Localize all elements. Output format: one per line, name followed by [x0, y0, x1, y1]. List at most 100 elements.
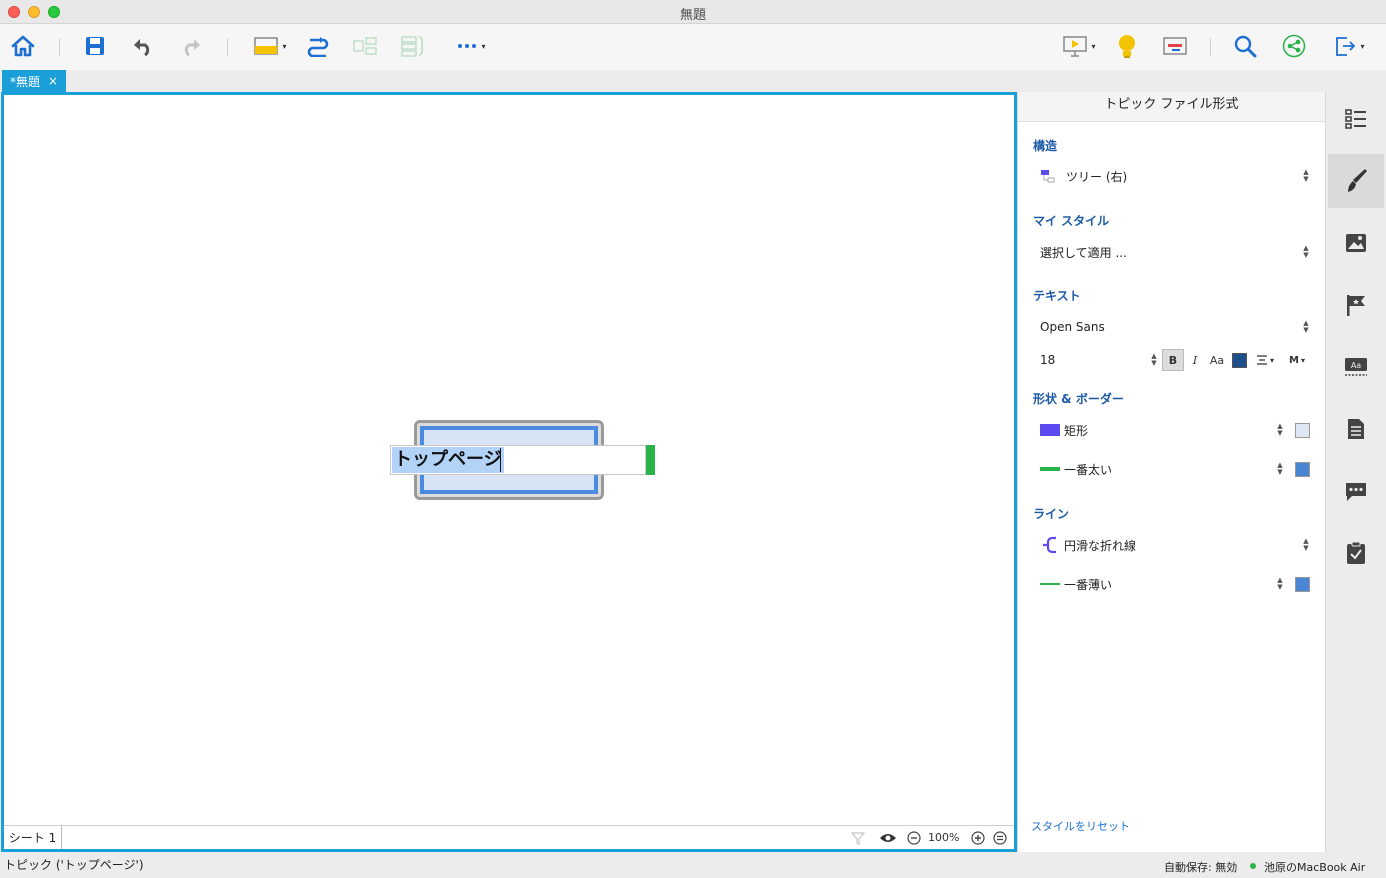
fit-map-button[interactable]	[992, 830, 1008, 846]
save-button[interactable]	[80, 32, 110, 60]
font-size-stepper[interactable]: ▲ ▼	[1150, 353, 1158, 367]
format-panel: トピック ファイル形式 構造 ツリー (右) ▲ ▼ マイ スタイル 選択して適用…	[1017, 92, 1326, 852]
status-selection: トピック ('トップページ')	[4, 858, 144, 872]
summary-icon	[353, 37, 377, 55]
toolbar-separator	[59, 38, 60, 56]
map-canvas[interactable]: トップページ シート 1 100%	[1, 92, 1017, 852]
text-case-button[interactable]: Aa	[1208, 349, 1226, 371]
fill-color-swatch[interactable]	[1295, 423, 1310, 438]
save-icon	[86, 37, 104, 55]
section-structure: 構造	[1033, 139, 1058, 153]
more-button[interactable]: ▾	[448, 32, 494, 60]
status-autosave[interactable]: 自動保存: 無効	[1164, 859, 1237, 875]
border-width-select[interactable]: 一番太い ▲ ▼	[1040, 458, 1310, 480]
title-bar: 無題	[0, 0, 1386, 24]
document-tab-label: *無題	[10, 74, 41, 89]
rail-notes-button[interactable]	[1328, 402, 1384, 456]
presentation-button[interactable]: ▾	[1056, 32, 1102, 60]
line-style-value: 円滑な折れ線	[1064, 538, 1137, 553]
undo-icon	[134, 39, 150, 56]
panel-title: トピック ファイル形式	[1018, 92, 1325, 122]
updown-icon: ▲ ▼	[1303, 168, 1309, 183]
online-status-icon	[1250, 863, 1256, 869]
label-icon: Aa	[1345, 358, 1367, 376]
my-style-value: 選択して適用 ...	[1040, 245, 1127, 260]
line-style-select[interactable]: 円滑な折れ線 ▲ ▼	[1040, 534, 1310, 556]
text-style-row: 18 ▲ ▼ B I Aa ▾ M ▾	[1040, 349, 1310, 371]
line-width-select[interactable]: 一番薄い ▲ ▼	[1040, 573, 1310, 595]
text-color-button[interactable]	[1230, 349, 1248, 371]
topic-icon	[254, 37, 279, 55]
toolbar-separator	[227, 38, 228, 56]
border-width-value: 一番太い	[1064, 462, 1113, 477]
updown-icon: ▲ ▼	[1303, 537, 1309, 552]
redo-button[interactable]	[176, 32, 206, 60]
main-toolbar: ▾ ▾ ▾ ▾	[0, 24, 1386, 70]
chevron-down-icon: ▾	[1269, 355, 1274, 365]
redo-icon	[184, 39, 200, 56]
more-text-button[interactable]: M ▾	[1284, 349, 1310, 371]
section-shape-border: 形状 & ボーダー	[1033, 392, 1124, 406]
undo-button[interactable]	[128, 32, 158, 60]
toolbar-separator	[1210, 38, 1211, 56]
comment-icon	[1346, 483, 1366, 501]
brainstorm-button[interactable]	[1112, 32, 1142, 60]
updown-icon: ▲ ▼	[1277, 422, 1283, 437]
more-dots-icon	[458, 44, 477, 48]
rail-marker-button[interactable]	[1328, 278, 1384, 332]
rail-task-button[interactable]	[1328, 526, 1384, 580]
zoom-out-button[interactable]	[906, 830, 922, 846]
elbow-line-icon	[1043, 536, 1056, 554]
relationship-button[interactable]	[303, 32, 333, 60]
boundary-icon	[401, 36, 423, 57]
bold-button[interactable]: B	[1162, 349, 1184, 371]
line-width-value: 一番薄い	[1064, 577, 1113, 592]
notes-icon	[1348, 419, 1364, 439]
boundary-button[interactable]	[398, 32, 428, 60]
zoom-in-button[interactable]	[970, 830, 986, 846]
flag-icon	[1347, 295, 1365, 316]
chevron-down-icon: ▾	[282, 41, 287, 51]
align-button[interactable]: ▾	[1252, 349, 1278, 371]
rail-comments-button[interactable]	[1328, 464, 1384, 518]
share-icon	[1282, 34, 1306, 58]
share-button[interactable]	[1279, 32, 1309, 60]
filter-button[interactable]	[850, 830, 866, 846]
my-style-select[interactable]: 選択して適用 ... ▲ ▼	[1040, 241, 1310, 263]
italic-button[interactable]: I	[1186, 349, 1204, 371]
structure-select[interactable]: ツリー (右) ▲ ▼	[1040, 165, 1310, 187]
rail-outline-button[interactable]	[1328, 92, 1384, 146]
document-tab[interactable]: *無題 ×	[2, 70, 66, 92]
text-cursor	[500, 448, 501, 472]
border-width-icon	[1040, 467, 1060, 471]
shape-value: 矩形	[1064, 423, 1089, 438]
topic-text[interactable]: トップページ	[392, 447, 504, 473]
sheet-tab[interactable]: シート 1	[4, 826, 62, 849]
sheet-bar: シート 1 100%	[4, 825, 1014, 849]
clipboard-check-icon	[1347, 541, 1365, 564]
border-color-swatch[interactable]	[1295, 462, 1310, 477]
font-select[interactable]: Open Sans ▲ ▼	[1040, 316, 1310, 338]
gantt-button[interactable]	[1160, 32, 1190, 60]
close-icon[interactable]: ×	[48, 74, 58, 88]
rail-image-button[interactable]	[1328, 216, 1384, 270]
font-size-value[interactable]: 18	[1040, 353, 1055, 367]
rail-label-button[interactable]: Aa	[1328, 340, 1384, 394]
search-button[interactable]	[1230, 32, 1260, 60]
home-button[interactable]	[8, 32, 38, 60]
export-button[interactable]: ▾	[1326, 32, 1372, 60]
rail-format-button[interactable]	[1328, 154, 1384, 208]
topic-text-editor[interactable]: トップページ	[390, 445, 646, 475]
view-button[interactable]	[878, 830, 898, 846]
reset-style-link[interactable]: スタイルをリセット	[1031, 818, 1130, 834]
section-text: テキスト	[1033, 289, 1081, 303]
shape-select[interactable]: 矩形 ▲ ▼	[1040, 419, 1310, 441]
line-width-icon	[1040, 583, 1060, 585]
editor-resize-handle[interactable]	[646, 445, 655, 475]
status-bar: トピック ('トップページ') 自動保存: 無効 池原のMacBook Air	[0, 852, 1386, 878]
align-center-icon	[1256, 355, 1267, 365]
summary-button[interactable]	[350, 32, 380, 60]
line-color-swatch[interactable]	[1295, 577, 1310, 592]
insert-topic-button[interactable]: ▾	[246, 32, 294, 60]
updown-icon: ▲ ▼	[1277, 461, 1283, 476]
